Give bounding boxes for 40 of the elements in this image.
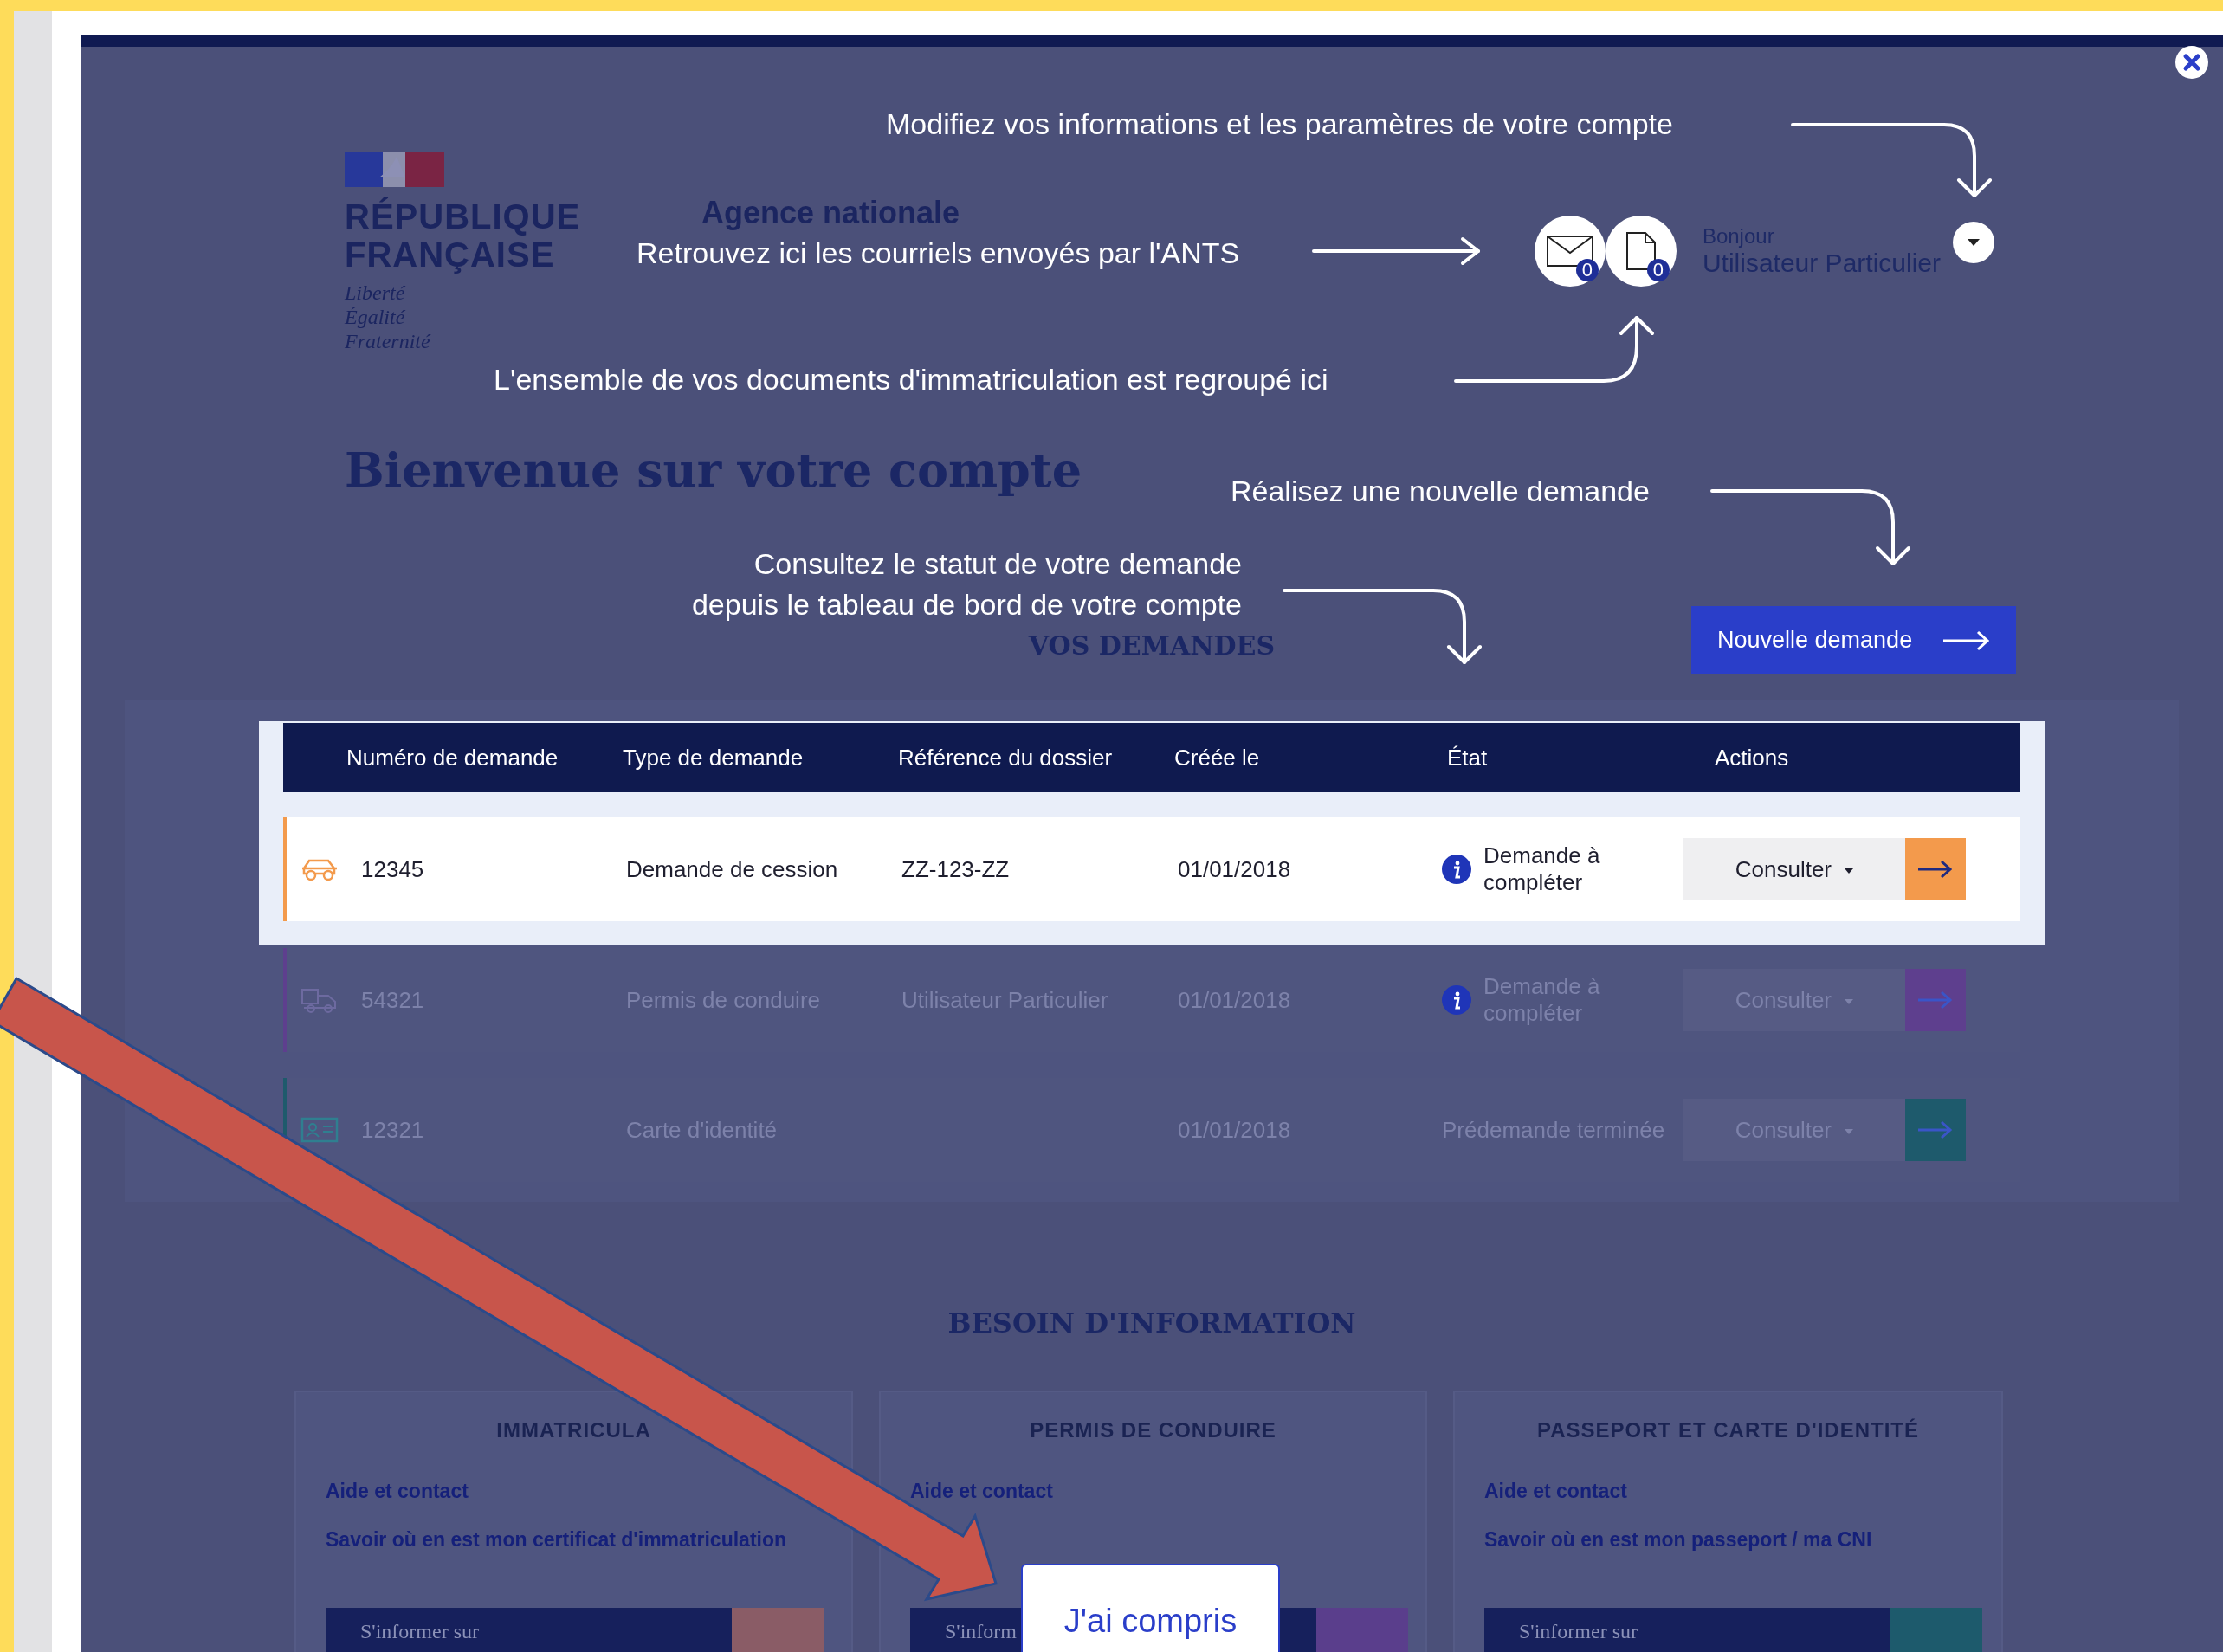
column-header: État — [1447, 744, 1489, 771]
column-header: Référence du dossier — [898, 744, 1114, 771]
info-button[interactable]: S'informer sur — [1484, 1608, 1982, 1652]
arrow-right-icon — [1918, 990, 1953, 1010]
arrow-right-icon — [1943, 629, 1990, 651]
table-cell-text: ZZ-123-ZZ — [901, 855, 1011, 883]
open-request-button[interactable] — [1905, 838, 1966, 900]
column-header: Numéro de demande — [346, 744, 559, 771]
tutorial-hint: Consultez le statut de votre demande depuis le tableau de bord de votre compte — [691, 546, 1242, 623]
count-badge: 0 — [1575, 259, 1599, 281]
table-cell-text: 01/01/2018 — [1178, 855, 1292, 883]
column-header: Créée le — [1174, 744, 1261, 771]
close-icon[interactable] — [2175, 45, 2209, 80]
mail-button[interactable]: 0 — [1534, 216, 1606, 287]
info-icon — [1442, 985, 1471, 1015]
arrow-right-icon — [1918, 1120, 1953, 1140]
caret-icon — [1845, 868, 1854, 874]
info-button[interactable]: S'informer sur — [326, 1608, 824, 1652]
column-header: Actions — [1715, 744, 1790, 771]
new-request-button[interactable]: Nouvelle demande — [1691, 606, 2016, 674]
marianne-flag-icon — [345, 152, 444, 187]
documents-button[interactable]: 0 — [1605, 216, 1677, 287]
column-header: Type de demande — [623, 744, 805, 771]
table-cell-text: Demande de cession — [626, 855, 839, 883]
id-card-icon — [300, 1117, 339, 1143]
count-badge: 0 — [1646, 259, 1670, 281]
caret-icon — [1845, 998, 1854, 1004]
arrow-right-icon — [1918, 859, 1953, 880]
request-number: 12345 — [361, 855, 424, 883]
consult-dropdown-button[interactable]: Consulter — [1683, 838, 1905, 900]
tutorial-hint: L'ensemble de vos documents d'immatriculation est regroupé ici — [494, 362, 1328, 397]
caret-icon — [1845, 1128, 1854, 1134]
tutorial-hint: Réalisez une nouvelle demande — [1231, 474, 1650, 509]
caret-icon — [1968, 239, 1980, 246]
tutorial-hint: Retrouvez ici les courriels envoyés par l'ANTS — [637, 236, 1240, 271]
vehicle-person-icon — [300, 987, 339, 1013]
tutorial-hint: Modifiez vos informations et les paramètres de votre compte — [886, 106, 1673, 142]
info-icon — [1442, 855, 1471, 884]
status-text: Demande à compléter — [1483, 842, 1601, 896]
account-dropdown-button[interactable] — [1953, 222, 1994, 263]
